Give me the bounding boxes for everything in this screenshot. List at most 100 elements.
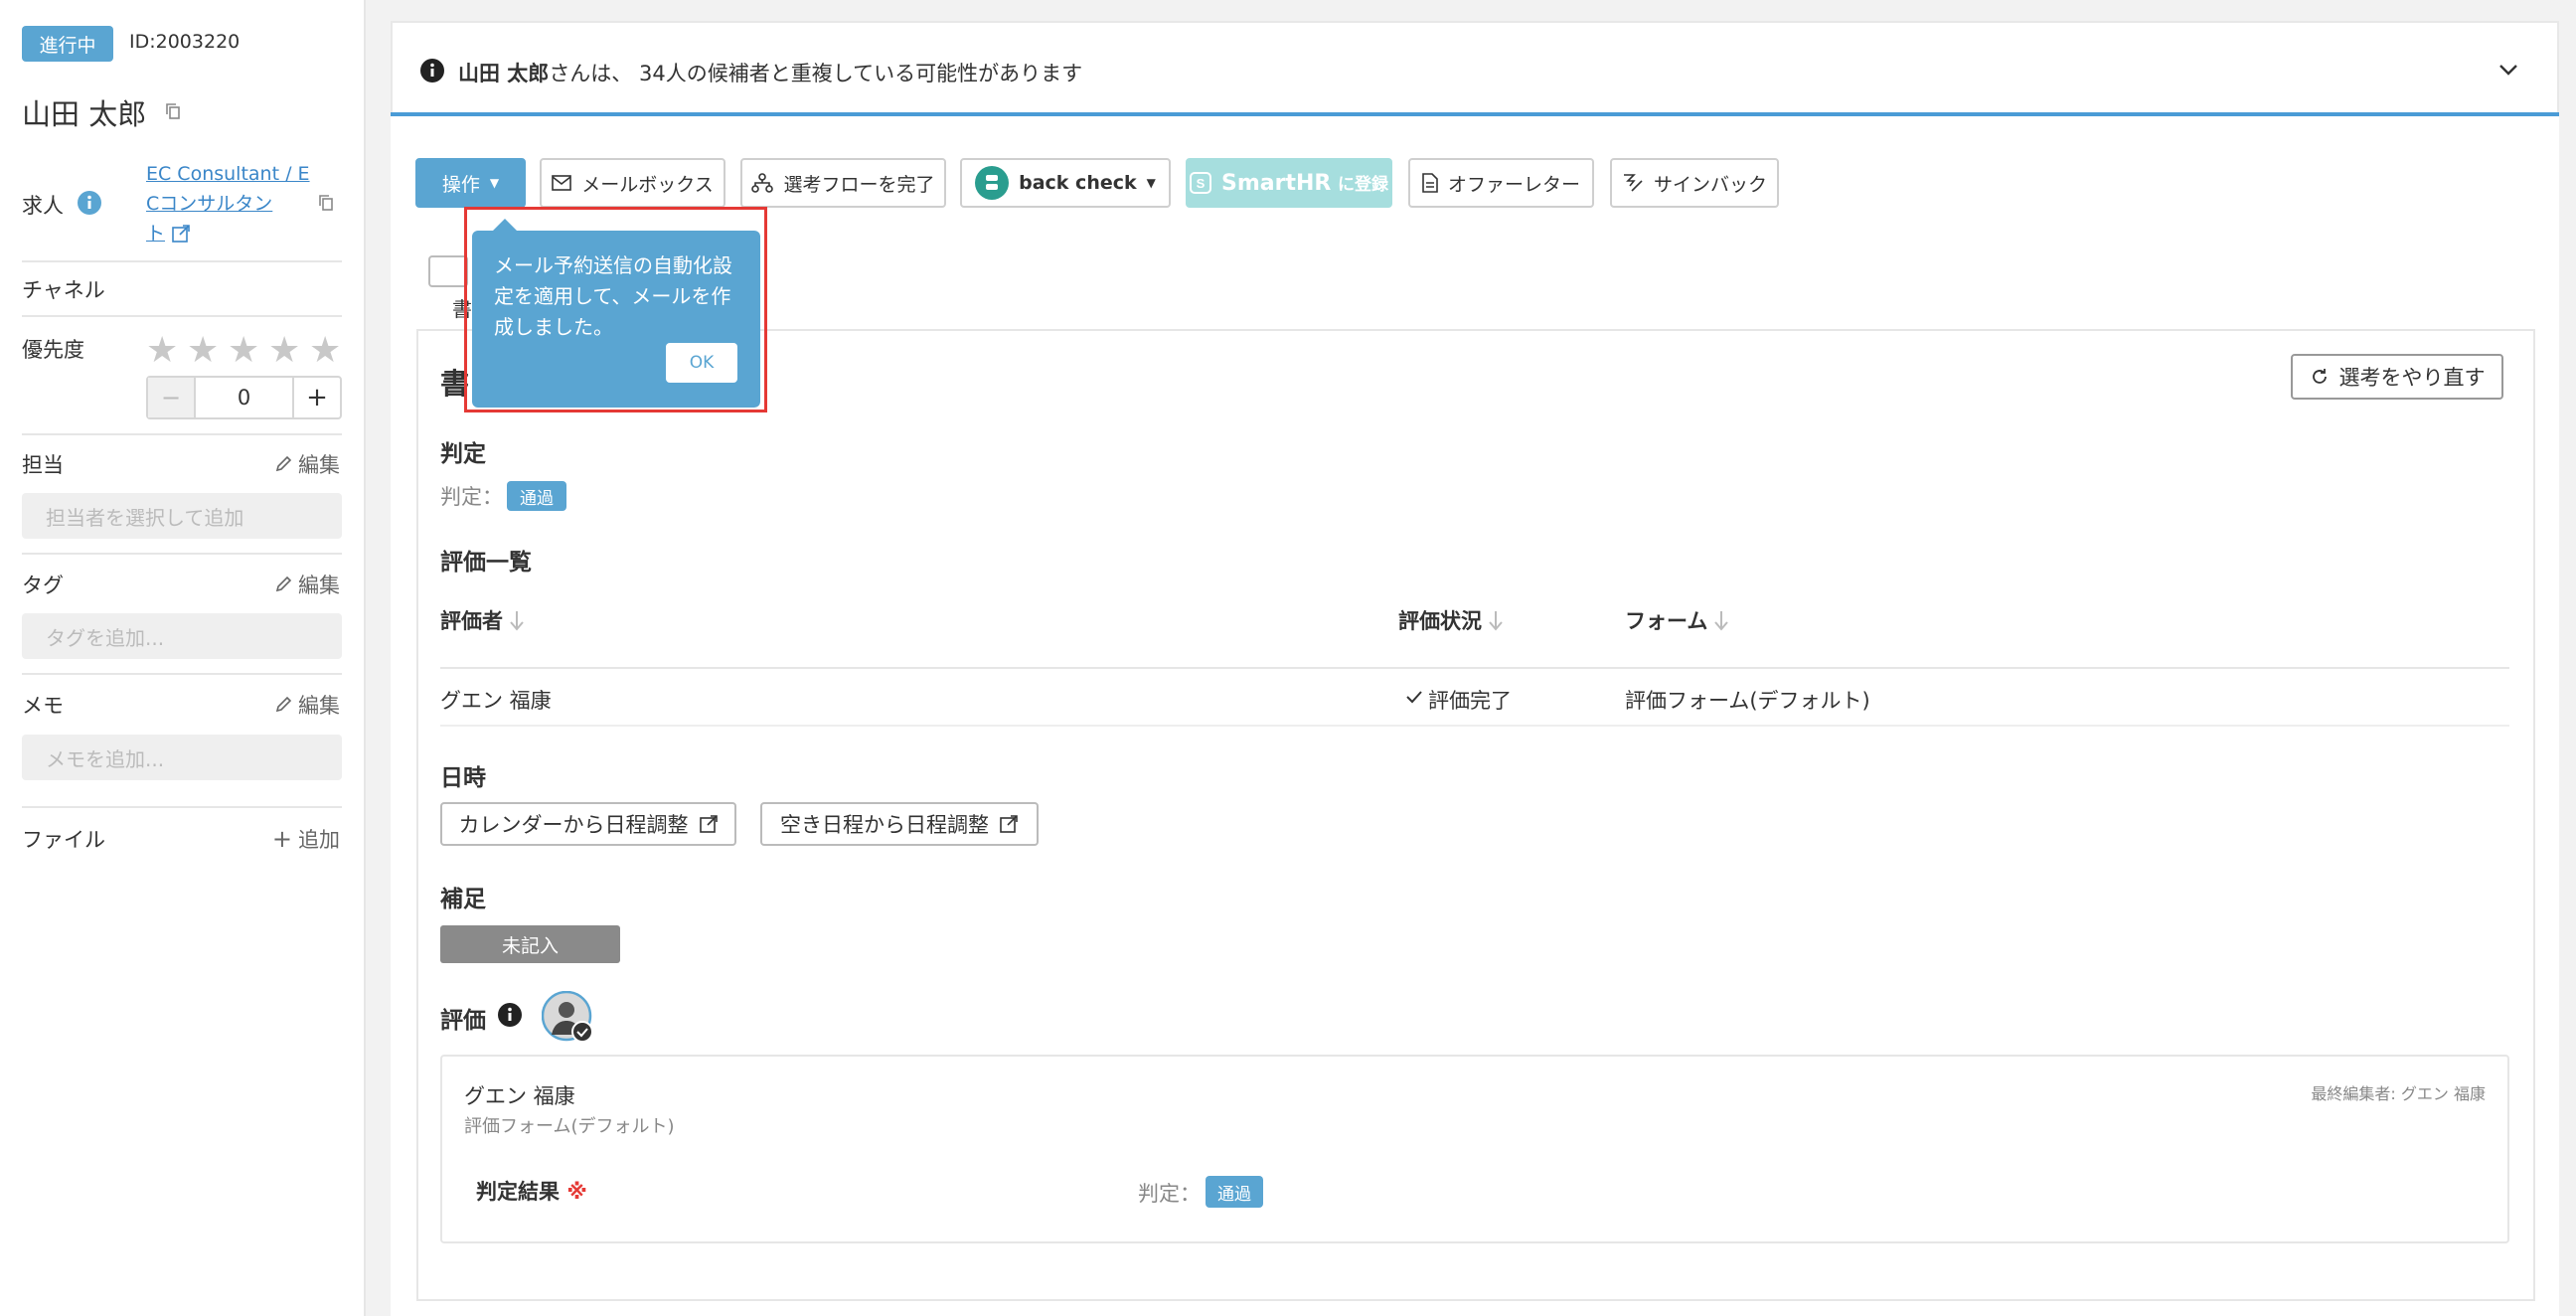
mail-icon [552,175,572,191]
calendar-schedule-button[interactable]: カレンダーから日程調整 [440,802,736,846]
candidate-name: 山田 太郎 [22,97,147,131]
card-form: 評価フォーム(デフォルト) [464,1116,675,1137]
memo-input[interactable]: メモを追加... [22,735,342,780]
info-icon[interactable] [498,1003,522,1027]
svg-text:S: S [1197,176,1206,191]
priority-label: 優先度 [22,338,84,362]
popover-message: メール予約送信の自動化設定を適用して、メールを作成しました。 [494,253,732,339]
mailbox-button[interactable]: メールボックス [540,158,725,208]
document-icon [1422,173,1438,193]
caret-down-icon: ▼ [489,176,500,190]
star-icon[interactable]: ★ [187,330,219,371]
chevron-down-icon[interactable] [2497,59,2519,81]
external-link-icon [699,814,719,834]
card-evaluator: グエン 福康 [464,1084,575,1108]
info-icon [420,59,444,82]
operation-dropdown[interactable]: 操作 ▼ [415,158,526,208]
back-check-dropdown[interactable]: back check ▼ [960,158,1171,208]
memo-label: メモ [22,694,64,718]
external-link-icon [999,814,1019,834]
tag-label: タグ [22,574,64,597]
ok-button[interactable]: OK [666,343,737,383]
duplicate-warning-banner[interactable]: 山田 太郎さんは、 34人の候補者と重複している可能性があります [391,21,2559,114]
file-add-button[interactable]: + 追加 [272,824,340,854]
copy-icon[interactable] [165,102,181,120]
card-judgement-label: 判定： [1138,1182,1201,1206]
pencil-icon [274,696,292,714]
popover-arrow [493,219,517,231]
refresh-icon [2310,367,2330,387]
datetime-heading: 日時 [440,765,486,791]
pencil-icon [274,576,292,593]
divider [22,433,342,435]
supplement-heading: 補足 [440,887,486,912]
supplement-badge: 未記入 [440,925,620,963]
card-last-editor: 最終編集者: グエン 福康 [2311,1084,2486,1103]
increment-button[interactable]: + [292,378,340,417]
assignee-edit-button[interactable]: 編集 [274,449,340,479]
evaluation-heading: 評価 [440,1008,486,1034]
star-icon[interactable]: ★ [309,330,341,371]
flow-icon [751,173,774,193]
tag-input[interactable]: タグを追加... [22,613,342,659]
info-icon[interactable] [78,191,101,215]
check-icon [1404,687,1424,707]
decrement-button[interactable]: − [148,378,196,417]
signature-icon [1622,173,1644,193]
assignee-input[interactable]: 担当者を選択して追加 [22,493,342,539]
star-icon[interactable]: ★ [146,330,178,371]
card-result-label: 判定結果 ※ [476,1180,587,1204]
evaluation-list-heading: 評価一覧 [440,550,532,576]
candidate-sidebar: 進行中 ID:2003220 山田 太郎 求人 EC Consultant / … [0,0,366,1316]
redo-selection-button[interactable]: 選考をやり直す [2291,354,2503,400]
banner-text: 山田 太郎さんは、 34人の候補者と重複している可能性があります [458,62,1083,85]
candidate-id: ID:2003220 [129,31,241,53]
back-check-logo-icon [975,166,1010,200]
file-label: ファイル [22,828,105,852]
evaluation-card: グエン 福康 評価フォーム(デフォルト) 最終編集者: グエン 福康 判定結果 … [440,1055,2509,1243]
judgement-badge: 通過 [507,481,566,511]
avatar[interactable] [542,991,595,1045]
star-icon[interactable]: ★ [228,330,259,371]
tab-header[interactable] [428,255,468,287]
divider [22,673,342,675]
priority-stepper: − 0 + [146,376,342,419]
caret-down-icon: ▼ [1146,176,1156,190]
row-status: 評価完了 [1428,689,1512,713]
divider [22,260,342,262]
banner-accent-line [391,112,2559,116]
complete-flow-button[interactable]: 選考フローを完了 [740,158,946,208]
sort-arrow-icon [509,609,525,631]
column-header-evaluator[interactable]: 評価者 [440,605,525,635]
judgement-label: 判定： [440,485,503,509]
column-header-form[interactable]: フォーム [1625,605,1729,635]
table-row[interactable]: グエン 福康 評価完了 評価フォーム(デフォルト) [440,669,2509,727]
channel-label: チャネル [22,278,105,302]
smarthr-logo-icon: S [1190,172,1212,194]
divider [22,315,342,317]
column-header-status[interactable]: 評価状況 [1398,605,1504,635]
divider [22,553,342,555]
copy-icon[interactable] [318,194,334,212]
selection-step-panel: 書 選考をやり直す 判定 判定： 通過 評価一覧 評価者 評価状況 フォーム グ… [416,329,2535,1301]
star-icon[interactable]: ★ [268,330,300,371]
external-link-icon [171,224,191,244]
judgement-heading: 判定 [440,441,486,467]
sort-arrow-icon [1713,609,1729,631]
free-slot-schedule-button[interactable]: 空き日程から日程調整 [760,802,1039,846]
row-evaluator: グエン 福康 [440,689,552,713]
job-link[interactable]: EC Consultant / E Cコンサルタン ト [146,159,310,248]
divider [22,806,342,808]
sort-arrow-icon [1488,609,1504,631]
memo-edit-button[interactable]: 編集 [274,690,340,720]
job-label: 求人 [22,194,64,218]
card-judgement-badge: 通過 [1206,1176,1263,1208]
offer-letter-button[interactable]: オファーレター [1408,158,1594,208]
assignee-label: 担当 [22,453,64,477]
row-form: 評価フォーム(デフォルト) [1625,689,1870,713]
smarthr-register-button[interactable]: S SmartHR に登録 [1186,158,1392,208]
priority-value[interactable]: 0 [196,378,292,417]
pencil-icon [274,455,292,473]
sign-back-button[interactable]: サインバック [1610,158,1779,208]
tag-edit-button[interactable]: 編集 [274,570,340,599]
